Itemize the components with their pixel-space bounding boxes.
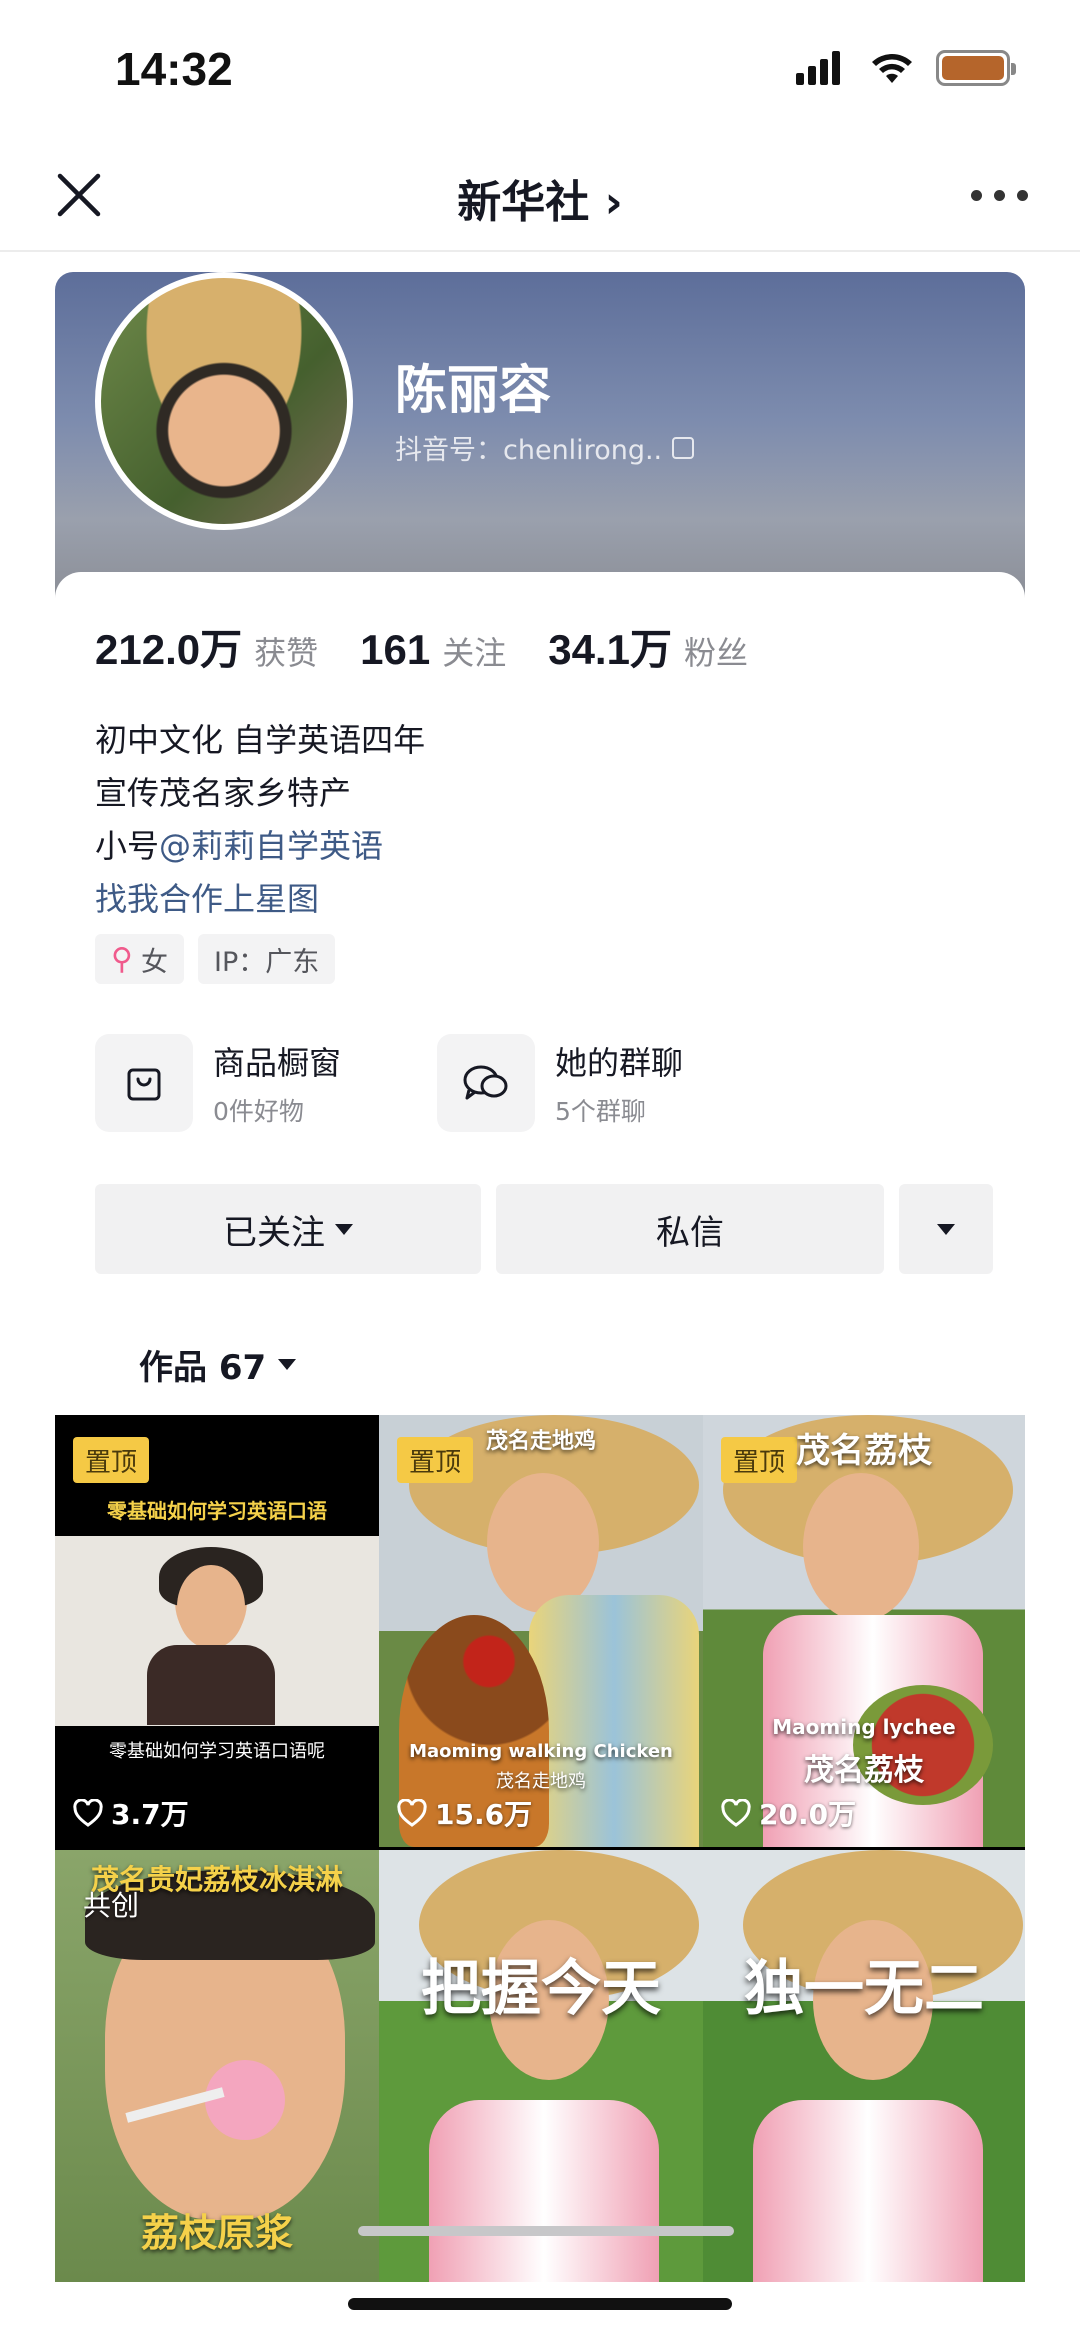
video-caption-bottom: 零基础如何学习英语口语呢 [109,1741,325,1762]
caret-down-icon [335,1223,353,1235]
profile-card: 陈丽容 抖音号：chenlirong.. 212.0万 获赞 161 关注 34… [55,272,1025,2282]
video-caption-en: Maoming lychee [772,1715,956,1739]
nav-bar: 新华社 › [0,140,1080,252]
video-caption-bottom: 荔枝原浆 [140,2211,293,2255]
video-overlay-text: 把握今天 [421,1954,661,2024]
video-caption-top: 茂名荔枝 [796,1431,932,1471]
video-caption-bottom: 茂名荔枝 [804,1753,924,1788]
video-tile[interactable]: 把握今天 [379,1850,703,2282]
ip-text: IP：广东 [213,946,320,978]
scroll-indicator [358,2226,734,2236]
likes-count: 20.0万 [721,1793,856,1833]
video-overlay-text: 独一无二 [744,1954,984,2024]
stat-value: 212.0万 [95,626,243,673]
video-caption-en: Maoming walking Chicken [409,1741,673,1762]
douyin-id[interactable]: 抖音号：chenlirong.. [395,428,695,467]
more-actions-button[interactable] [899,1184,993,1274]
stat-label: 获赞 [254,634,319,672]
info-panel: 212.0万 获赞 161 关注 34.1万 粉丝 初中文化 自学英语四年 宣传… [55,572,1025,2282]
stat-following[interactable]: 161 关注 [360,626,506,674]
message-button[interactable]: 私信 [496,1184,884,1274]
bio-line: 小号@莉莉自学英语 [95,820,425,873]
stat-label: 粉丝 [683,634,748,672]
bio-text: 小号 [95,827,160,865]
wifi-icon [872,54,912,83]
shortcut-title: 她的群聊 [555,1044,684,1082]
status-time: 14:32 [115,43,233,95]
profile-tags: ⚲ 女 IP：广东 [95,934,336,984]
signal-icon [796,51,840,85]
ip-tag: IP：广东 [197,934,336,984]
heart-icon [73,1799,103,1827]
message-label: 私信 [656,1212,724,1253]
bio: 初中文化 自学英语四年 宣传茂名家乡特产 小号@莉莉自学英语 找我合作上星图 [95,714,425,926]
likes-value: 15.6万 [435,1798,533,1831]
stat-likes[interactable]: 212.0万 获赞 [95,616,318,677]
action-buttons: 已关注 私信 [95,1184,993,1274]
bio-mention-link[interactable]: @莉莉自学英语 [159,827,383,865]
video-caption-bottom: 茂名走地鸡 [496,1771,586,1792]
collab-label: 共创 [83,1889,140,1922]
works-tab-label: 作品 67 [139,1348,267,1388]
shortcut-subtitle: 0件好物 [213,1097,304,1126]
female-icon: ⚲ [111,941,133,977]
status-icons [796,50,1016,86]
home-indicator[interactable] [348,2298,732,2310]
heart-icon [721,1799,751,1827]
stat-followers[interactable]: 34.1万 粉丝 [548,616,748,677]
copy-icon[interactable] [672,436,695,459]
tab-works[interactable]: 作品 67 [139,1340,297,1389]
shop-window-entry[interactable]: 商品橱窗 0件好物 [95,1034,395,1132]
video-tile[interactable]: 置顶 茂名荔枝 Maoming lychee 茂名荔枝 20.0万 [703,1415,1025,1847]
battery-icon [936,50,1016,86]
stats-row: 212.0万 获赞 161 关注 34.1万 粉丝 [95,616,748,677]
likes-count: 15.6万 [397,1793,532,1833]
video-tile[interactable]: 置顶 零基础如何学习英语口语 零基础如何学习英语口语呢 3.7万 [55,1415,379,1847]
shortcut-title: 商品橱窗 [213,1044,342,1082]
pinned-badge: 置顶 [73,1437,150,1483]
profile-cover: 陈丽容 抖音号：chenlirong.. [55,272,1025,602]
likes-value: 3.7万 [111,1798,189,1831]
nav-title[interactable]: 新华社 › [0,166,1080,230]
stat-value: 161 [360,626,431,673]
profile-name: 陈丽容 [395,361,552,421]
more-icon[interactable] [971,190,1028,201]
avatar[interactable] [95,272,353,530]
video-tile[interactable]: 茂名贵妃荔枝冰淇淋 共创 荔枝原浆 [55,1850,379,2282]
followed-label: 已关注 [223,1212,325,1253]
caret-down-icon [278,1359,297,1370]
stat-value: 34.1万 [548,626,672,673]
video-tile[interactable]: 独一无二 [703,1850,1025,2282]
gender-tag: ⚲ 女 [95,934,184,984]
bio-star-link[interactable]: 找我合作上星图 [95,873,425,926]
caret-down-icon [937,1223,955,1235]
gender-text: 女 [140,946,168,978]
bio-line: 宣传茂名家乡特产 [95,774,352,812]
bio-line: 初中文化 自学英语四年 [95,721,426,759]
douyin-id-text: 抖音号：chenlirong.. [395,435,663,466]
video-tile[interactable]: 置顶 茂名走地鸡 Maoming walking Chicken 茂名走地鸡 1… [379,1415,703,1847]
heart-icon [397,1799,427,1827]
video-caption-top: 零基础如何学习英语口语 [107,1499,327,1523]
likes-value: 20.0万 [759,1798,857,1831]
shortcuts: 商品橱窗 0件好物 她的群聊 5个群聊 [95,1034,737,1132]
video-caption-top: 茂名走地鸡 [485,1429,596,1454]
followed-button[interactable]: 已关注 [95,1184,481,1274]
chat-bubbles-icon [437,1034,535,1132]
status-bar: 14:32 [0,0,1080,140]
likes-count: 3.7万 [73,1793,189,1833]
video-grid: 置顶 零基础如何学习英语口语 零基础如何学习英语口语呢 3.7万 置顶 茂名走地… [55,1415,1025,2282]
stat-label: 关注 [442,634,507,672]
shop-bag-icon [95,1034,193,1132]
group-chat-entry[interactable]: 她的群聊 5个群聊 [437,1034,737,1132]
shortcut-subtitle: 5个群聊 [555,1097,646,1126]
